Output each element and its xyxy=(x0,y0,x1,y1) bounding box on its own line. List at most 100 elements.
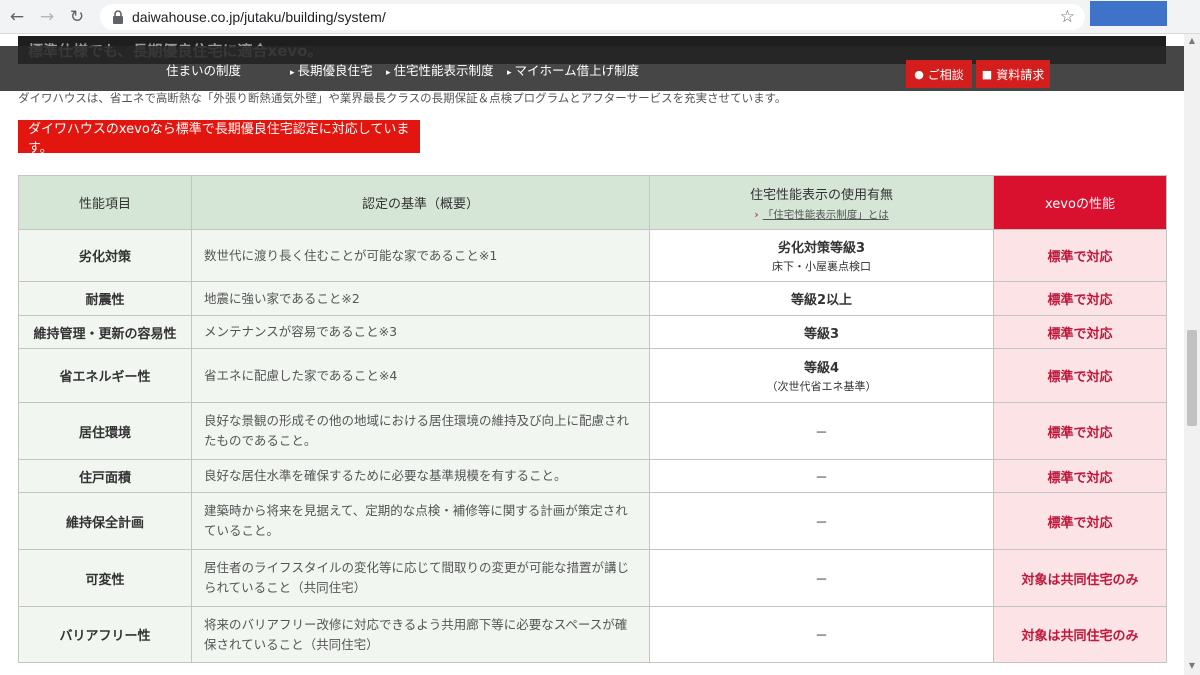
cell-usage: － xyxy=(649,492,994,550)
catalog-request-button[interactable]: ■ 資料請求 xyxy=(976,60,1050,88)
performance-table: 性能項目 認定の基準（概要） 住宅性能表示の使用有無 › 「住宅性能表示制度」とは… xyxy=(18,175,1167,663)
cell-criteria: 良好な景観の形成その他の地域における居住環境の維持及び向上に配慮されたものである… xyxy=(191,402,650,460)
triangle-right-icon: ▸ xyxy=(507,68,512,78)
cell-usage: － xyxy=(649,459,994,493)
cell-xevo: 対象は共同住宅のみ xyxy=(993,606,1167,663)
cell-item: 住戸面積 xyxy=(18,459,192,493)
nav-item-label: マイホーム借上げ制度 xyxy=(514,63,640,78)
nav-item-label: 住宅性能表示制度 xyxy=(393,63,494,78)
table-row: 住戸面積 良好な居住水準を確保するために必要な基準規模を有すること。 － 標準で… xyxy=(18,459,1167,493)
catalog-label: 資料請求 xyxy=(996,67,1045,82)
header-xevo: xevoの性能 xyxy=(993,175,1167,230)
cell-usage: 等級3 xyxy=(649,315,994,349)
cell-xevo: 標準で対応 xyxy=(993,315,1167,349)
browser-toolbar: ← → ↻ daiwahouse.co.jp/jutaku/building/s… xyxy=(0,0,1200,34)
cell-xevo: 標準で対応 xyxy=(993,459,1167,493)
cell-criteria: 地震に強い家であること※2 xyxy=(191,281,650,316)
nav-item-system[interactable]: 住まいの制度 xyxy=(166,60,241,79)
cell-criteria: 省エネに配慮した家であること※4 xyxy=(191,348,650,403)
scroll-down-icon[interactable]: ▼ xyxy=(1184,661,1200,673)
cell-criteria: 建築時から将来を見据えて、定期的な点検・補修等に関する計画が策定されていること。 xyxy=(191,492,650,550)
nav-item-label: 長期優良住宅 xyxy=(297,63,373,78)
cell-item: 居住環境 xyxy=(18,402,192,460)
table-row: 維持保全計画 建築時から将来を見据えて、定期的な点検・補修等に関する計画が策定さ… xyxy=(18,492,1167,550)
nav-item-label: 住まいの制度 xyxy=(166,63,242,78)
intro-text: ダイワハウスは、省エネで高断熱な「外張り断熱通気外壁」や業界最長クラスの長期保証… xyxy=(18,91,787,105)
header-usage: 住宅性能表示の使用有無 › 「住宅性能表示制度」とは xyxy=(649,175,994,230)
cell-usage: 劣化対策等級3 床下・小屋裏点検口 xyxy=(649,229,994,282)
cell-item: 省エネルギー性 xyxy=(18,348,192,403)
cell-xevo: 標準で対応 xyxy=(993,402,1167,460)
usage-main: 劣化対策等級3 xyxy=(777,241,866,256)
usage-main: 等級4 xyxy=(803,361,840,376)
usage-main: － xyxy=(814,425,828,441)
chevron-right-icon: › xyxy=(754,207,759,221)
arrow-right-icon[interactable]: → xyxy=(34,4,60,30)
nav-item-myhome-lease[interactable]: ▸ マイホーム借上げ制度 xyxy=(507,60,639,79)
header-item: 性能項目 xyxy=(18,175,192,230)
table-header-row: 性能項目 認定の基準（概要） 住宅性能表示の使用有無 › 「住宅性能表示制度」とは… xyxy=(18,175,1167,230)
profile-button[interactable] xyxy=(1090,1,1167,26)
cell-criteria: メンテナンスが容易であること※3 xyxy=(191,315,650,349)
scroll-thumb[interactable] xyxy=(1187,330,1197,426)
page-scrollbar[interactable]: ▲ ▼ xyxy=(1184,34,1200,675)
cell-xevo: 標準で対応 xyxy=(993,492,1167,550)
site-navigation-bar: 住まいの制度 ▸ 長期優良住宅 ▸ 住宅性能表示制度 ▸ マイホーム借上げ制度 ● ご… xyxy=(0,46,1184,91)
cell-usage: － xyxy=(649,549,994,607)
table-row: バリアフリー性 将来のバリアフリー改修に対応できるよう共用廊下等に必要なスペース… xyxy=(18,606,1167,663)
header-usage-label: 住宅性能表示の使用有無 xyxy=(749,187,893,203)
table-row: 維持管理・更新の容易性 メンテナンスが容易であること※3 等級3 標準で対応 xyxy=(18,315,1167,349)
cell-criteria: 良好な居住水準を確保するために必要な基準規模を有すること。 xyxy=(191,459,650,493)
reload-icon[interactable]: ↻ xyxy=(64,4,90,30)
triangle-right-icon: ▸ xyxy=(386,68,391,78)
usage-main: － xyxy=(814,572,828,588)
cell-usage: 等級4 （次世代省エネ基準） xyxy=(649,348,994,403)
table-row: 省エネルギー性 省エネに配慮した家であること※4 等級4 （次世代省エネ基準） … xyxy=(18,348,1167,403)
cell-xevo: 標準で対応 xyxy=(993,281,1167,316)
cell-item: 耐震性 xyxy=(18,281,192,316)
cell-item: 劣化対策 xyxy=(18,229,192,282)
usage-main: － xyxy=(814,470,828,486)
cell-usage: － xyxy=(649,402,994,460)
cell-item: 維持管理・更新の容易性 xyxy=(18,315,192,349)
cell-xevo: 標準で対応 xyxy=(993,348,1167,403)
performance-display-link[interactable]: › 「住宅性能表示制度」とは xyxy=(650,207,993,222)
notice-banner: ダイワハウスのxevoなら標準で長期優良住宅認定に対応しています。 xyxy=(18,120,420,156)
arrow-left-icon[interactable]: ← xyxy=(4,4,30,30)
scroll-up-icon[interactable]: ▲ xyxy=(1184,36,1200,48)
header-criteria: 認定の基準（概要） xyxy=(191,175,650,230)
usage-main: － xyxy=(814,515,828,531)
lock-icon[interactable] xyxy=(110,9,126,25)
url-text[interactable]: daiwahouse.co.jp/jutaku/building/system/ xyxy=(132,9,386,25)
triangle-right-icon: ▸ xyxy=(290,68,295,78)
nav-item-performance-display[interactable]: ▸ 住宅性能表示制度 xyxy=(386,60,494,79)
speech-bubble-icon: ● xyxy=(914,67,924,81)
document-icon: ■ xyxy=(981,67,993,81)
usage-sub: （次世代省エネ基準） xyxy=(766,380,877,393)
cell-criteria: 数世代に渡り長く住むことが可能な家であること※1 xyxy=(191,229,650,282)
usage-main: 等級2以上 xyxy=(790,293,853,308)
cell-criteria: 将来のバリアフリー改修に対応できるよう共用廊下等に必要なスペースが確保されている… xyxy=(191,606,650,663)
cell-xevo: 対象は共同住宅のみ xyxy=(993,549,1167,607)
address-bar[interactable]: daiwahouse.co.jp/jutaku/building/system/… xyxy=(100,3,1085,30)
consult-button[interactable]: ● ご相談 xyxy=(906,60,972,88)
usage-main: － xyxy=(814,629,828,644)
usage-sub: 床下・小屋裏点検口 xyxy=(772,260,871,273)
performance-display-link-text[interactable]: 「住宅性能表示制度」とは xyxy=(763,209,889,221)
cell-xevo: 標準で対応 xyxy=(993,229,1167,282)
cell-item: 可変性 xyxy=(18,549,192,607)
table-row: 耐震性 地震に強い家であること※2 等級2以上 標準で対応 xyxy=(18,281,1167,316)
consult-label: ご相談 xyxy=(927,67,964,82)
table-row: 可変性 居住者のライフスタイルの変化等に応じて間取りの変更が可能な措置が講じられ… xyxy=(18,549,1167,607)
cell-usage: － xyxy=(649,606,994,663)
cell-criteria: 居住者のライフスタイルの変化等に応じて間取りの変更が可能な措置が講じられているこ… xyxy=(191,549,650,607)
nav-item-long-term-housing[interactable]: ▸ 長期優良住宅 xyxy=(290,60,373,79)
table-row: 居住環境 良好な景観の形成その他の地域における居住環境の維持及び向上に配慮された… xyxy=(18,402,1167,460)
star-icon[interactable]: ☆ xyxy=(1060,7,1075,27)
table-row: 劣化対策 数世代に渡り長く住むことが可能な家であること※1 劣化対策等級3 床下… xyxy=(18,229,1167,282)
cell-item: バリアフリー性 xyxy=(18,606,192,663)
usage-main: 等級3 xyxy=(803,326,840,342)
cell-item: 維持保全計画 xyxy=(18,492,192,550)
cell-usage: 等級2以上 xyxy=(649,281,994,316)
page-content: 標準仕様でも、長期優良住宅に適合xevo。 住まいの制度 ▸長期優良住宅 ▸住宅… xyxy=(0,34,1184,675)
